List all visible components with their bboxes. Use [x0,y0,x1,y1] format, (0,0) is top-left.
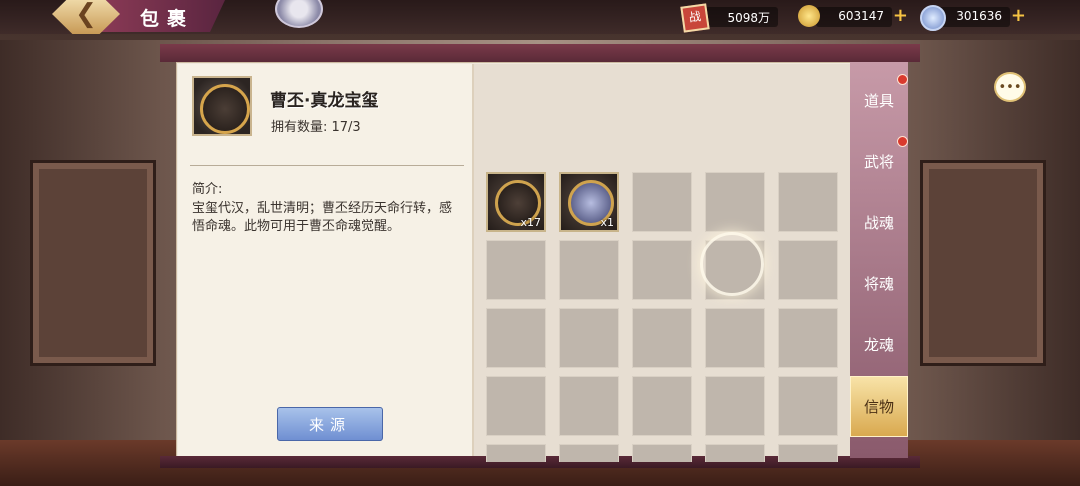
resource-value: 301636 [956,9,1002,23]
grid-item[interactable]: x1 [559,172,619,232]
item-qty: x1 [600,216,614,229]
add-gold-button[interactable]: + [893,7,908,25]
empty-slot [632,308,692,368]
empty-slot [778,444,838,462]
folding-screen-right [920,160,1046,366]
empty-slot [559,240,619,300]
empty-slot [559,376,619,436]
tab-tokens[interactable]: 信物 [850,376,908,437]
item-portrait-icon [192,76,252,136]
tab-general-souls[interactable]: 将魂 [850,253,908,314]
jade-coin-icon [920,5,946,31]
divider [190,165,464,166]
page-title: 包裹 [140,8,195,30]
add-jade-button[interactable]: + [1011,7,1026,25]
empty-slot [778,240,838,300]
resource-jade: 301636 + [920,5,1026,31]
empty-slot [632,444,692,462]
empty-slot [486,240,546,300]
empty-slot [486,376,546,436]
item-grid: x17 x1 [486,172,838,462]
badge-dot [897,74,908,85]
empty-slot [632,172,692,232]
resource-zhan: 战 5098万 [680,3,778,33]
item-name: 曹丕·真龙宝玺 [270,91,379,111]
empty-slot [705,308,765,368]
empty-slot [486,444,546,462]
empty-slot [486,308,546,368]
empty-slot [559,444,619,462]
empty-slot [705,376,765,436]
empty-slot [705,444,765,462]
resource-value: 5098万 [727,11,770,25]
folding-screen-left [30,160,156,366]
category-tabs: 道具 武将 战魂 将魂 龙魂 信物 [850,62,908,458]
empty-slot [778,376,838,436]
arrow-left-icon: ❮ [75,0,97,29]
grid-item[interactable]: x17 [486,172,546,232]
empty-slot [632,240,692,300]
description-title: 简介: [192,182,223,197]
resource-value: 603147 [838,9,884,23]
panel-frame-top [160,44,920,62]
empty-slot [559,308,619,368]
badge-dot [897,136,908,147]
empty-slot [778,172,838,232]
resource-gold: 603147 + [798,5,908,27]
sparkle-effect [700,232,764,296]
empty-slot [705,172,765,232]
gold-ingot-icon [798,5,820,27]
item-qty: x17 [520,216,541,229]
chat-icon[interactable]: ••• [994,72,1026,102]
source-button[interactable]: 来源 [277,407,383,441]
empty-slot [778,308,838,368]
description-text: 宝玺代汉，乱世清明；曹丕经历天命行转，感悟命魂。此物可用于曹丕命魂觉醒。 [192,201,453,234]
tab-dragon-souls[interactable]: 龙魂 [850,314,908,375]
empty-slot [632,376,692,436]
zhan-token-icon: 战 [680,3,710,33]
item-count: 拥有数量: 17/3 [271,120,361,135]
tab-war-souls[interactable]: 战魂 [850,192,908,253]
